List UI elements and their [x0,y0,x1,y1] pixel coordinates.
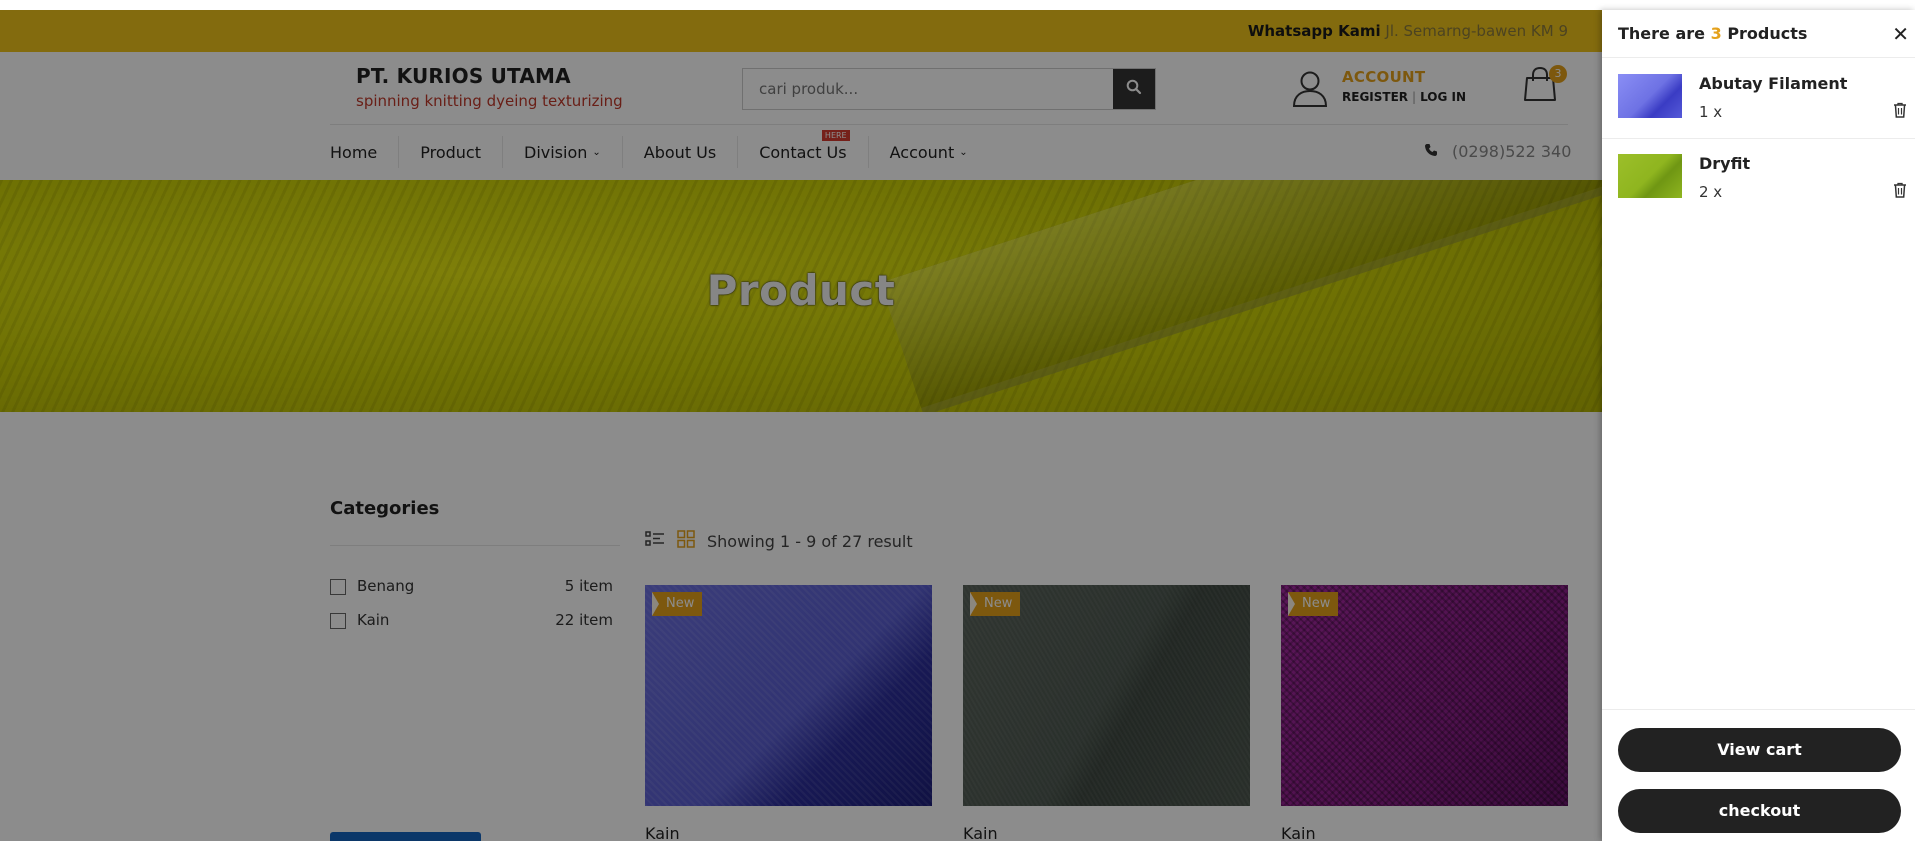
cart-item: Dryfit 2 x [1618,154,1907,214]
trash-icon[interactable] [1893,102,1907,122]
close-icon[interactable]: ✕ [1892,22,1909,46]
title-prefix: There are [1618,24,1706,43]
cart-item-qty: 1 x [1699,103,1723,121]
drawer-divider [1602,138,1915,139]
cart-drawer: There are 3 Products ✕ Abutay Filament 1… [1602,10,1915,841]
drawer-divider [1602,709,1915,710]
title-suffix: Products [1727,24,1808,43]
trash-icon[interactable] [1893,182,1907,202]
checkout-button[interactable]: checkout [1618,789,1901,833]
cart-item-name[interactable]: Abutay Filament [1699,74,1847,93]
cart-item: Abutay Filament 1 x [1618,74,1907,134]
page: Whatsapp Kami Jl. Semarng-bawen KM 9 PT.… [0,0,1915,841]
cart-drawer-title: There are 3 Products [1618,24,1807,43]
view-cart-button[interactable]: View cart [1618,728,1901,772]
top-strip [0,0,1915,10]
cart-item-thumbnail[interactable] [1618,154,1682,198]
modal-overlay[interactable] [0,10,1602,841]
cart-item-qty: 2 x [1699,183,1723,201]
title-count: 3 [1710,24,1722,43]
drawer-divider [1602,57,1915,58]
cart-item-thumbnail[interactable] [1618,74,1682,118]
cart-item-name[interactable]: Dryfit [1699,154,1750,173]
